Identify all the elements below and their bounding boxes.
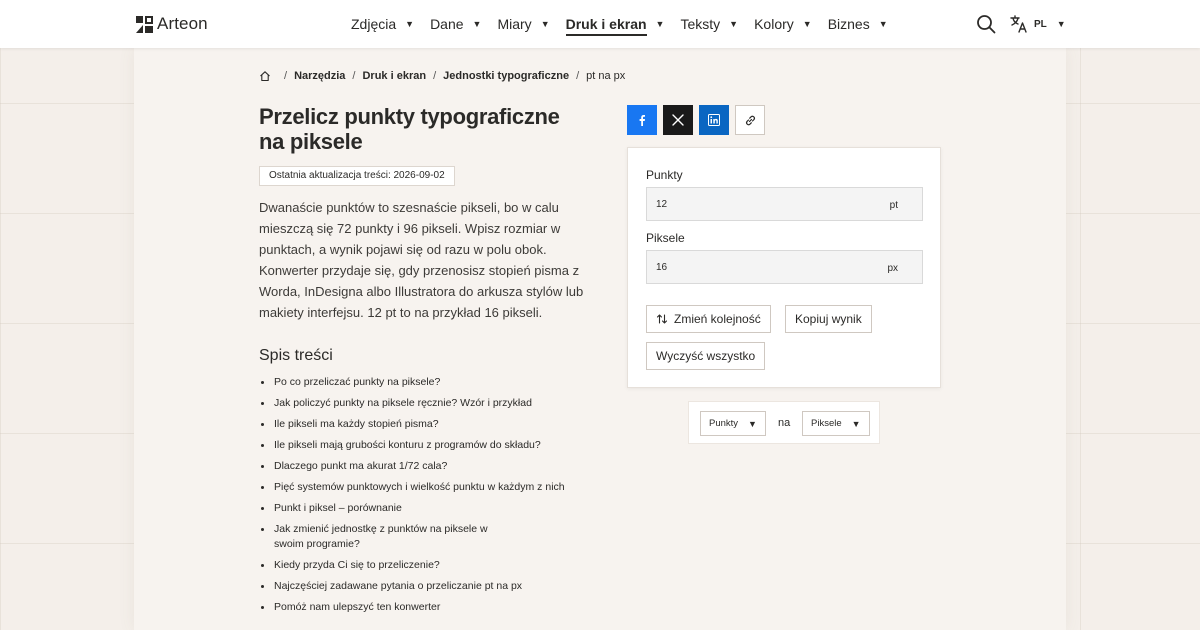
converter-panel: Punkty pt Piksele px Zmień kolejność Kop… bbox=[627, 147, 941, 388]
nav-label: Kolory bbox=[754, 16, 794, 32]
nav-label: Teksty bbox=[680, 16, 721, 32]
breadcrumb-separator: / bbox=[576, 70, 580, 82]
nav-item-kolory[interactable]: Kolory ▼ bbox=[754, 0, 812, 48]
breadcrumb-separator: / bbox=[352, 70, 356, 82]
breadcrumb-link[interactable]: Jednostki typograficzne bbox=[443, 70, 569, 82]
nav-item-miary[interactable]: Miary ▼ bbox=[497, 0, 549, 48]
share-facebook-button[interactable] bbox=[627, 105, 657, 135]
caret-down-icon: ▼ bbox=[540, 19, 550, 29]
toc-item[interactable]: Jak zmienić jednostkę z punktów na pikse… bbox=[259, 522, 509, 552]
breadcrumb: / Narzędzia / Druk i ekran / Jednostki t… bbox=[259, 68, 625, 84]
pixels-input[interactable] bbox=[656, 251, 876, 283]
brand-logo[interactable]: Arteon bbox=[136, 14, 208, 34]
nav-item-zdjecia[interactable]: Zdjęcia ▼ bbox=[351, 0, 414, 48]
to-unit-select[interactable]: Piksele ▼ bbox=[802, 411, 870, 436]
toc-item[interactable]: Jak policzyć punkty na piksele ręcznie? … bbox=[259, 396, 599, 411]
linkedin-icon bbox=[708, 114, 720, 126]
pixels-unit: px bbox=[887, 263, 898, 274]
unit-connector: na bbox=[778, 417, 791, 429]
home-icon[interactable] bbox=[259, 70, 271, 82]
caret-down-icon: ▼ bbox=[472, 19, 482, 29]
brand-name: Arteon bbox=[157, 14, 208, 33]
points-field: pt bbox=[646, 187, 923, 221]
nav-item-teksty[interactable]: Teksty ▼ bbox=[680, 0, 738, 48]
points-unit: pt bbox=[889, 200, 898, 211]
share-linkedin-button[interactable] bbox=[699, 105, 729, 135]
swap-button-label: Zmień kolejność bbox=[674, 312, 761, 326]
unit-selector: Punkty ▼ na Piksele ▼ bbox=[688, 401, 880, 444]
breadcrumb-current: pt na px bbox=[586, 70, 626, 82]
points-input[interactable] bbox=[656, 188, 876, 220]
caret-down-icon: ▼ bbox=[748, 418, 757, 429]
caret-down-icon: ▼ bbox=[655, 19, 665, 29]
main-navigation: Zdjęcia ▼ Dane ▼ Miary ▼ Druk i ekran ▼ … bbox=[351, 0, 904, 48]
copy-link-button[interactable] bbox=[735, 105, 765, 135]
caret-down-icon: ▼ bbox=[878, 19, 888, 29]
caret-down-icon: ▼ bbox=[729, 19, 739, 29]
swap-vertical-icon bbox=[656, 314, 668, 324]
breadcrumb-link[interactable]: Narzędzia bbox=[294, 70, 345, 82]
facebook-icon bbox=[639, 115, 645, 126]
breadcrumb-separator: / bbox=[433, 70, 437, 82]
from-unit-select[interactable]: Punkty ▼ bbox=[700, 411, 766, 436]
nav-label: Dane bbox=[430, 16, 464, 32]
search-icon bbox=[977, 15, 996, 34]
toc-item[interactable]: Punkt i piksel – porównanie bbox=[259, 501, 599, 516]
last-updated-badge: Ostatnia aktualizacja treści: 2026-09-02 bbox=[259, 166, 455, 186]
breadcrumb-link[interactable]: Druk i ekran bbox=[362, 70, 426, 82]
nav-item-dane[interactable]: Dane ▼ bbox=[430, 0, 481, 48]
toc-item[interactable]: Po co przeliczać punkty na piksele? bbox=[259, 375, 599, 390]
toc-item[interactable]: Pomóż nam ulepszyć ten konwerter bbox=[259, 600, 599, 615]
search-button[interactable] bbox=[976, 14, 996, 34]
nav-label: Biznes bbox=[827, 16, 870, 32]
clear-all-button[interactable]: Wyczyść wszystko bbox=[646, 342, 766, 370]
top-navigation-bar: Arteon Zdjęcia ▼ Dane ▼ Miary ▼ Druk i e… bbox=[0, 0, 1200, 48]
pixels-field: px bbox=[646, 250, 923, 284]
caret-down-icon: ▼ bbox=[405, 19, 415, 29]
copy-result-label: Kopiuj wynik bbox=[795, 312, 862, 326]
nav-item-druk-i-ekran[interactable]: Druk i ekran ▼ bbox=[565, 0, 665, 48]
copy-result-button[interactable]: Kopiuj wynik bbox=[785, 305, 872, 333]
share-buttons bbox=[627, 105, 765, 135]
x-icon bbox=[672, 114, 684, 126]
page-title: Przelicz punkty typograficzne na piksele bbox=[259, 104, 560, 154]
toc-item[interactable]: Dlaczego punkt ma akurat 1/72 cala? bbox=[259, 459, 599, 474]
toc-item[interactable]: Najczęściej zadawane pytania o przelicza… bbox=[259, 579, 599, 594]
nav-label: Druk i ekran bbox=[565, 15, 647, 36]
link-icon bbox=[745, 115, 755, 125]
toc-item[interactable]: Pięć systemów punktowych i wielkość punk… bbox=[259, 480, 599, 495]
toc-title: Spis treści bbox=[259, 347, 333, 364]
pixels-label: Piksele bbox=[646, 231, 685, 245]
from-unit-value: Punkty bbox=[709, 418, 739, 429]
to-unit-value: Piksele bbox=[811, 418, 842, 429]
language-switcher[interactable]: PL ▼ bbox=[1010, 14, 1066, 34]
breadcrumb-separator: / bbox=[284, 70, 288, 82]
nav-label: Miary bbox=[497, 16, 532, 32]
language-code: PL bbox=[1034, 18, 1047, 30]
intro-paragraph: Dwanaście punktów to szesnaście pikseli,… bbox=[259, 200, 584, 320]
table-of-contents: Po co przeliczać punkty na piksele? Jak … bbox=[259, 375, 599, 621]
toc-item[interactable]: Kiedy przyda Ci się to przeliczenie? bbox=[259, 558, 599, 573]
brand-mark-icon bbox=[136, 15, 153, 33]
toc-item[interactable]: Ile pikseli mają grubości konturu z prog… bbox=[259, 438, 599, 453]
caret-down-icon: ▼ bbox=[802, 19, 812, 29]
points-label: Punkty bbox=[646, 168, 683, 182]
nav-item-biznes[interactable]: Biznes ▼ bbox=[828, 0, 888, 48]
toc-item[interactable]: Ile pikseli ma każdy stopień pisma? bbox=[259, 417, 599, 432]
caret-down-icon: ▼ bbox=[1056, 19, 1066, 29]
swap-button[interactable]: Zmień kolejność bbox=[646, 305, 771, 333]
clear-all-label: Wyczyść wszystko bbox=[656, 349, 756, 363]
translate-icon bbox=[1010, 15, 1027, 33]
nav-label: Zdjęcia bbox=[351, 16, 397, 32]
caret-down-icon: ▼ bbox=[851, 418, 861, 429]
share-x-button[interactable] bbox=[663, 105, 693, 135]
